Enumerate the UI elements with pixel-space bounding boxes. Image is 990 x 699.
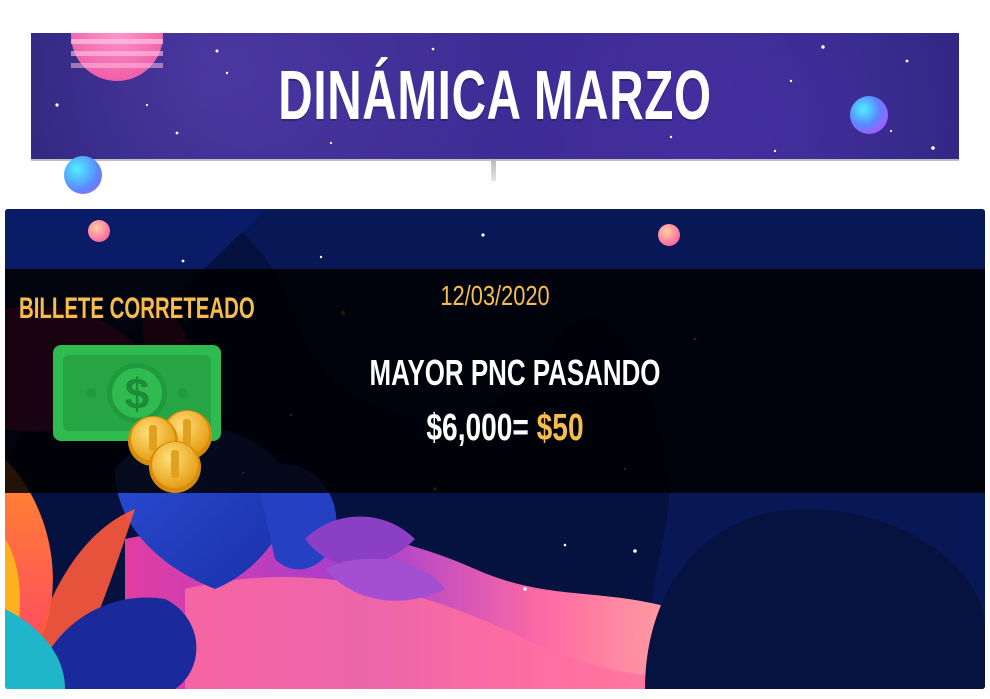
promo-date: 12/03/2020 [440, 280, 550, 311]
svg-text:$: $ [125, 370, 149, 419]
orb-decoration [850, 96, 888, 134]
promo-equals: = [512, 407, 529, 449]
cash-and-coins-icon: $ [53, 345, 221, 493]
promo-prize: $50 [536, 407, 584, 449]
title-banner: DINÁMICA MARZO [31, 33, 959, 159]
promo-label: BILLETE CORRETEADO [19, 292, 255, 325]
page-title: DINÁMICA MARZO [278, 56, 712, 134]
planet-decoration [71, 33, 163, 81]
orb-decoration [64, 156, 102, 194]
promo-headline: MAYOR PNC PASANDO [369, 352, 661, 393]
promo-formula: $6,000= $50 [350, 407, 661, 449]
promo-amount: $6,000 [426, 407, 513, 449]
banner-stem-decoration [491, 159, 496, 181]
promo-card: BILLETE CORRETEADO 12/03/2020 $ MAYOR PN… [5, 209, 985, 689]
